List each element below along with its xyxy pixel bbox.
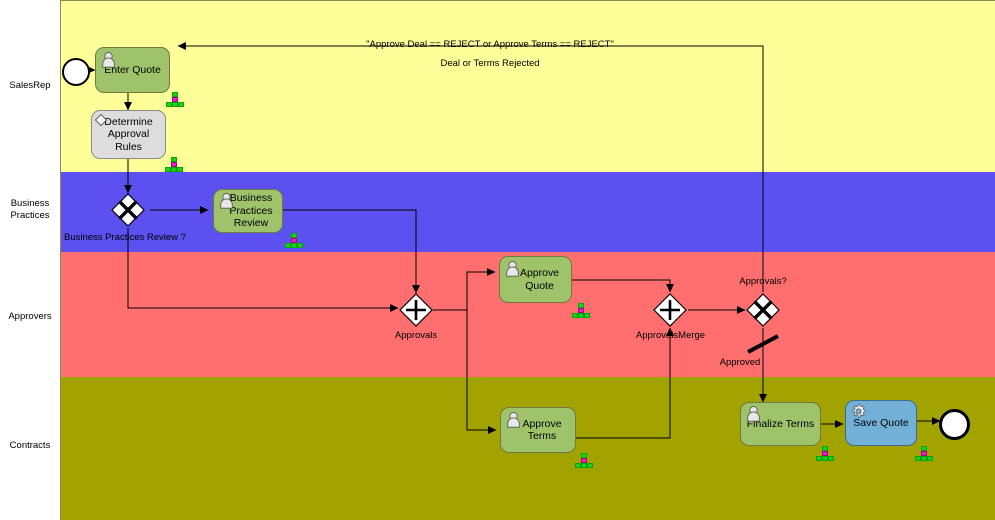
task-enter-quote[interactable]: Enter Quote — [95, 47, 170, 93]
end-event[interactable] — [939, 409, 970, 440]
task-bp-review-line2: Practices — [229, 204, 273, 217]
task-bp-review-line3: Review — [233, 217, 269, 230]
task-determine-rules-line1: Determine — [104, 115, 153, 128]
flow-bp-review-to-approvals — [283, 209, 420, 294]
user-icon — [102, 52, 115, 68]
hierarchy-badge-determine-rules — [165, 157, 183, 172]
task-approve-terms-line1: Approve — [522, 417, 562, 430]
hierarchy-badge-approve-terms — [575, 453, 593, 468]
rule-icon — [94, 113, 108, 127]
flow-approve-terms-to-merge — [576, 327, 674, 439]
task-determine-rules-line2: Approval — [107, 128, 150, 141]
hierarchy-badge-approve-quote — [572, 303, 590, 318]
gear-icon — [852, 403, 866, 418]
task-determine-rules-line3: Rules — [115, 140, 142, 153]
task-business-practices-review[interactable]: Business Practices Review — [213, 189, 283, 233]
task-approve-quote[interactable]: Approve Quote — [499, 256, 572, 303]
flow-approvals-to-approve-terms — [433, 309, 497, 434]
task-determine-approval-rules[interactable]: Determine Approval Rules — [91, 110, 166, 159]
task-approve-terms[interactable]: Approve Terms — [500, 407, 576, 453]
hierarchy-badge-bp-review — [285, 233, 303, 248]
flow-approvals-question-to-enter-quote — [177, 42, 764, 292]
flow-label-reject-condition: "Approve Deal == REJECT or Approve Terms… — [366, 39, 614, 50]
user-icon — [506, 261, 519, 277]
hierarchy-badge-save-quote — [915, 446, 933, 461]
gateway-label-approvals: Approvals — [394, 330, 438, 341]
task-approve-quote-line2: Quote — [525, 279, 554, 292]
gateway-approvals[interactable] — [399, 293, 433, 327]
start-event[interactable] — [62, 58, 90, 86]
task-save-quote[interactable]: Save Quote — [845, 400, 917, 446]
flow-approve-quote-to-merge — [572, 279, 674, 293]
gateway-label-approvals-question: Approvals? — [739, 276, 787, 287]
flow-label-reject-name: Deal or Terms Rejected — [440, 58, 540, 69]
task-finalize-terms[interactable]: Finalize Terms — [740, 402, 821, 446]
gateway-business-practices-review[interactable] — [111, 193, 145, 227]
gateway-approvals-merge[interactable] — [653, 293, 687, 327]
flow-label-approved: Approved — [719, 357, 761, 368]
task-approve-quote-line1: Approve — [519, 267, 560, 279]
hierarchy-badge-enter-quote — [166, 92, 184, 107]
flow-approvals-to-approve-quote — [433, 268, 496, 311]
gateway-approvals-question[interactable] — [746, 293, 780, 327]
user-icon — [507, 412, 520, 428]
user-icon — [747, 406, 760, 422]
task-approve-terms-line2: Terms — [527, 430, 557, 442]
bpmn-diagram: SalesRep Business Practices Approvers Co… — [0, 0, 995, 520]
gateway-label-business-practices-review: Business Practices Review ? — [64, 232, 186, 243]
task-bp-review-line1: Business — [229, 192, 273, 205]
user-icon — [220, 193, 233, 209]
gateway-label-approvals-merge: ApprovalsMerge — [635, 330, 706, 341]
hierarchy-badge-finalize-terms — [816, 446, 834, 461]
